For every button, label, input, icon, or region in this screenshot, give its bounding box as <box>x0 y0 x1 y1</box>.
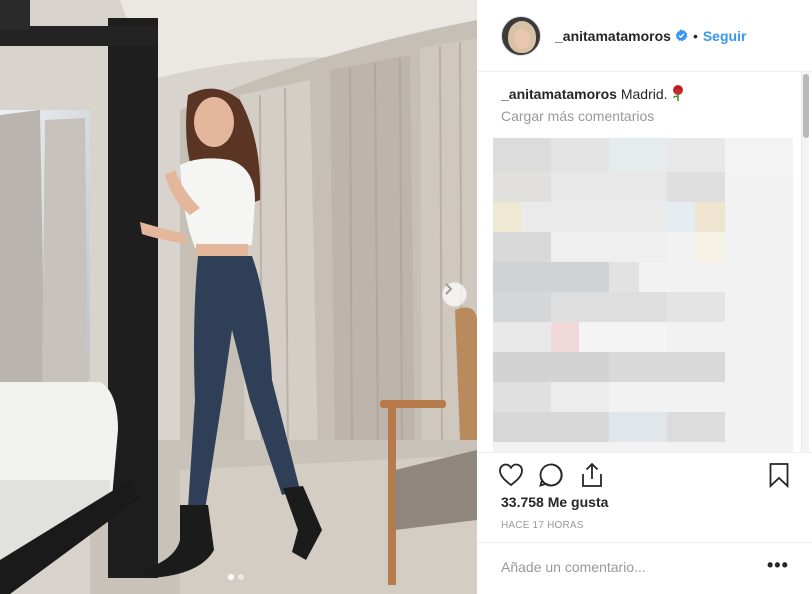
scrollbar-thumb[interactable] <box>803 74 809 138</box>
pixelated-comments <box>493 138 793 452</box>
caption-username[interactable]: _anitamatamoros <box>501 86 617 102</box>
carousel-dot-active <box>228 574 234 580</box>
username-link[interactable]: _anitamatamoros <box>555 28 671 44</box>
carousel-dot <box>238 574 244 580</box>
post-photo[interactable] <box>0 0 477 594</box>
comments-list-blurred <box>493 138 793 452</box>
post-timestamp[interactable]: HACE 17 HORAS <box>501 520 584 531</box>
rose-icon <box>673 85 684 101</box>
comments-scrollbar[interactable] <box>801 72 809 452</box>
post-actions <box>477 452 812 492</box>
comments-section: _anitamatamoros Madrid. Cargar más comen… <box>501 84 801 124</box>
comment-input[interactable] <box>501 559 741 575</box>
avatar[interactable] <box>501 15 541 56</box>
verified-badge-icon <box>675 29 688 42</box>
heart-icon[interactable] <box>497 461 525 489</box>
post-sidebar: _anitamatamoros • Seguir _anitamatamoros… <box>477 0 812 594</box>
separator-dot: • <box>692 27 698 44</box>
caption-text: Madrid. <box>620 86 668 102</box>
follow-button[interactable]: Seguir <box>703 28 747 44</box>
add-comment-bar: ••• <box>477 542 812 594</box>
post-header: _anitamatamoros • Seguir <box>477 0 812 72</box>
load-more-comments-link[interactable]: Cargar más comentarios <box>501 108 801 124</box>
chevron-right-icon <box>445 283 453 295</box>
comment-bubble-icon[interactable] <box>537 461 565 489</box>
share-icon[interactable] <box>578 461 606 489</box>
photo-illustration <box>0 0 477 594</box>
carousel-next-button[interactable] <box>442 282 467 307</box>
likes-count[interactable]: 33.758 Me gusta <box>501 494 608 510</box>
bookmark-icon[interactable] <box>765 461 793 489</box>
more-options-button[interactable]: ••• <box>767 555 789 576</box>
post-caption: _anitamatamoros Madrid. <box>501 84 801 104</box>
carousel-indicator <box>228 574 244 580</box>
